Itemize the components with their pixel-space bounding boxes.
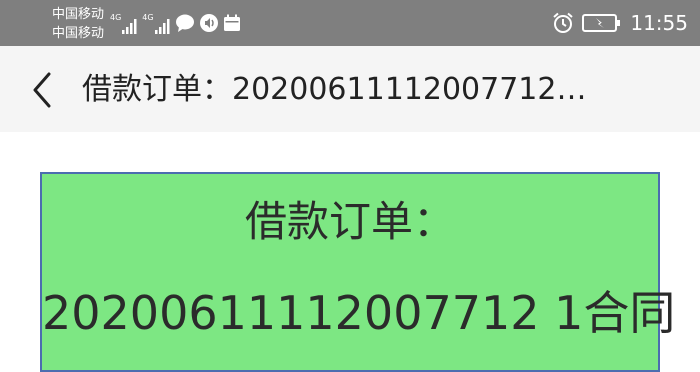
message-icon	[175, 14, 194, 32]
alarm-icon	[553, 12, 574, 33]
content-area: 借款订单： 20200611112007712 1合同	[0, 132, 700, 372]
page-title: 借款订单：20200611112007712…	[82, 72, 587, 107]
network-type-label-1: 4G	[110, 13, 122, 22]
clock-time: 11:55	[630, 11, 688, 35]
network-group-1: 4G	[110, 12, 138, 34]
status-bar: 中国移动 中国移动 4G 4G 11:55	[0, 0, 700, 46]
status-icons-left: 4G 4G	[110, 11, 241, 35]
card-contract-number: 20200611112007712 1合同	[42, 286, 676, 340]
network-type-label-2: 4G	[142, 13, 154, 22]
carrier-label-2: 中国移动	[52, 26, 105, 41]
contract-card: 借款订单： 20200611112007712 1合同	[40, 172, 676, 372]
chevron-left-icon	[33, 72, 51, 108]
signal-icon	[122, 19, 137, 34]
network-group-2: 4G	[142, 12, 170, 34]
nav-bar: 借款订单：20200611112007712…	[0, 46, 700, 132]
calendar-icon	[223, 14, 240, 31]
status-icons-right: 11:55	[552, 10, 688, 36]
carrier-label-1: 中国移动	[52, 7, 105, 22]
card-title: 借款订单：	[244, 197, 455, 246]
back-button[interactable]	[22, 68, 62, 112]
battery-charging-icon	[582, 14, 621, 32]
carrier-block: 中国移动 中国移动	[52, 5, 112, 43]
sound-icon	[199, 14, 218, 32]
signal-icon	[154, 19, 170, 34]
